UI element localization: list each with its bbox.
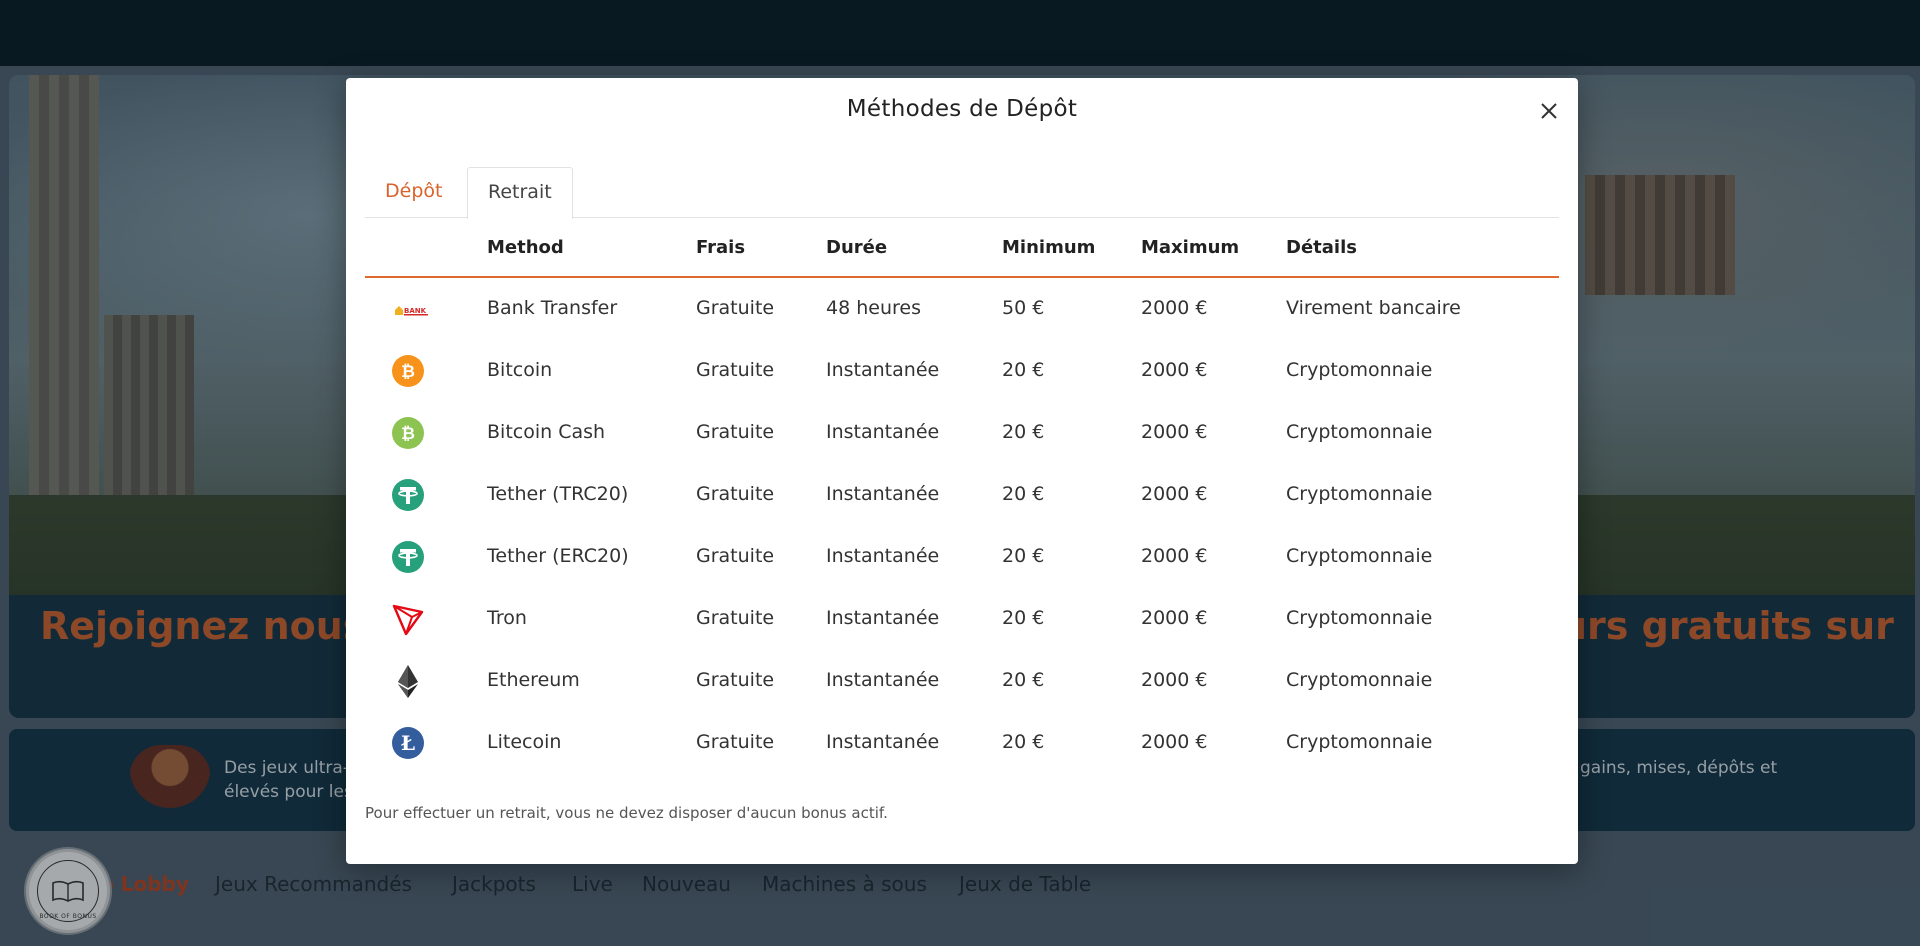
method-tabs: Dépôt Retrait bbox=[365, 167, 1559, 219]
svg-text:₿: ₿ bbox=[401, 424, 415, 444]
duration-value: Instantanée bbox=[826, 669, 940, 691]
maximum-value: 2000 € bbox=[1141, 483, 1208, 505]
details-value: Virement bancaire bbox=[1286, 297, 1461, 319]
tron-icon bbox=[391, 602, 425, 636]
column-header-duration: Durée bbox=[826, 237, 888, 258]
method-name: Tether (ERC20) bbox=[487, 545, 629, 567]
minimum-value: 20 € bbox=[1002, 483, 1045, 505]
details-value: Cryptomonnaie bbox=[1286, 545, 1433, 567]
details-value: Cryptomonnaie bbox=[1286, 669, 1433, 691]
details-value: Cryptomonnaie bbox=[1286, 421, 1433, 443]
minimum-value: 20 € bbox=[1002, 607, 1045, 629]
fees-value: Gratuite bbox=[696, 607, 775, 629]
details-value: Cryptomonnaie bbox=[1286, 359, 1433, 381]
minimum-value: 20 € bbox=[1002, 359, 1045, 381]
column-header-method: Method bbox=[487, 237, 564, 258]
duration-value: Instantanée bbox=[826, 421, 940, 443]
maximum-value: 2000 € bbox=[1141, 731, 1208, 753]
minimum-value: 20 € bbox=[1002, 731, 1045, 753]
maximum-value: 2000 € bbox=[1141, 545, 1208, 567]
method-name: Bank Transfer bbox=[487, 297, 618, 319]
bitcoin-cash-icon: ₿ bbox=[391, 416, 425, 450]
close-button[interactable] bbox=[1534, 96, 1564, 126]
details-value: Cryptomonnaie bbox=[1286, 607, 1433, 629]
deposit-methods-modal: Méthodes de Dépôt Dépôt Retrait Method F… bbox=[346, 78, 1578, 864]
maximum-value: 2000 € bbox=[1141, 421, 1208, 443]
tab-deposit[interactable]: Dépôt bbox=[365, 167, 462, 216]
table-row: Ethereum Gratuite Instantanée 20 € 2000 … bbox=[365, 650, 1559, 712]
table-row: ₿ Bitcoin Gratuite Instantanée 20 € 2000… bbox=[365, 340, 1559, 402]
details-value: Cryptomonnaie bbox=[1286, 731, 1433, 753]
fees-value: Gratuite bbox=[696, 297, 775, 319]
fees-value: Gratuite bbox=[696, 545, 775, 567]
duration-value: Instantanée bbox=[826, 359, 940, 381]
table-row: Tether (TRC20) Gratuite Instantanée 20 €… bbox=[365, 464, 1559, 526]
svg-text:BANK: BANK bbox=[404, 307, 427, 315]
modal-title: Méthodes de Dépôt bbox=[846, 96, 1078, 122]
bitcoin-icon: ₿ bbox=[391, 354, 425, 388]
close-icon bbox=[1541, 103, 1557, 119]
maximum-value: 2000 € bbox=[1141, 297, 1208, 319]
fees-value: Gratuite bbox=[696, 359, 775, 381]
tether-icon bbox=[391, 540, 425, 574]
method-name: Tron bbox=[487, 607, 527, 629]
fees-value: Gratuite bbox=[696, 731, 775, 753]
minimum-value: 20 € bbox=[1002, 545, 1045, 567]
svg-text:Ł: Ł bbox=[401, 731, 415, 755]
minimum-value: 50 € bbox=[1002, 297, 1045, 319]
column-header-fees: Frais bbox=[696, 237, 746, 258]
maximum-value: 2000 € bbox=[1141, 669, 1208, 691]
method-name: Litecoin bbox=[487, 731, 562, 753]
table-header: Method Frais Durée Minimum Maximum Détai… bbox=[365, 217, 1559, 278]
column-header-details: Détails bbox=[1286, 237, 1357, 258]
fees-value: Gratuite bbox=[696, 421, 775, 443]
table-row: BANK Bank Transfer Gratuite 48 heures 50… bbox=[365, 278, 1559, 340]
column-header-maximum: Maximum bbox=[1141, 237, 1240, 258]
duration-value: Instantanée bbox=[826, 607, 940, 629]
method-name: Ethereum bbox=[487, 669, 580, 691]
litecoin-icon: Ł bbox=[391, 726, 425, 760]
tab-withdrawal[interactable]: Retrait bbox=[467, 167, 573, 219]
maximum-value: 2000 € bbox=[1141, 359, 1208, 381]
withdrawal-note: Pour effectuer un retrait, vous ne devez… bbox=[365, 804, 888, 822]
fees-value: Gratuite bbox=[696, 483, 775, 505]
ethereum-icon bbox=[391, 664, 425, 698]
svg-text:₿: ₿ bbox=[401, 362, 415, 382]
table-row: Ł Litecoin Gratuite Instantanée 20 € 200… bbox=[365, 712, 1559, 774]
table-row: Tether (ERC20) Gratuite Instantanée 20 €… bbox=[365, 526, 1559, 588]
minimum-value: 20 € bbox=[1002, 421, 1045, 443]
bank-transfer-icon: BANK bbox=[391, 292, 429, 326]
table-row: Tron Gratuite Instantanée 20 € 2000 € Cr… bbox=[365, 588, 1559, 650]
method-name: Bitcoin bbox=[487, 359, 553, 381]
table-row: ₿ Bitcoin Cash Gratuite Instantanée 20 €… bbox=[365, 402, 1559, 464]
details-value: Cryptomonnaie bbox=[1286, 483, 1433, 505]
duration-value: 48 heures bbox=[826, 297, 921, 319]
tether-icon bbox=[391, 478, 425, 512]
duration-value: Instantanée bbox=[826, 731, 940, 753]
method-name: Tether (TRC20) bbox=[487, 483, 629, 505]
fees-value: Gratuite bbox=[696, 669, 775, 691]
column-header-minimum: Minimum bbox=[1002, 237, 1096, 258]
maximum-value: 2000 € bbox=[1141, 607, 1208, 629]
duration-value: Instantanée bbox=[826, 483, 940, 505]
method-name: Bitcoin Cash bbox=[487, 421, 606, 443]
duration-value: Instantanée bbox=[826, 545, 940, 567]
payment-methods-table: Method Frais Durée Minimum Maximum Détai… bbox=[365, 217, 1559, 774]
minimum-value: 20 € bbox=[1002, 669, 1045, 691]
